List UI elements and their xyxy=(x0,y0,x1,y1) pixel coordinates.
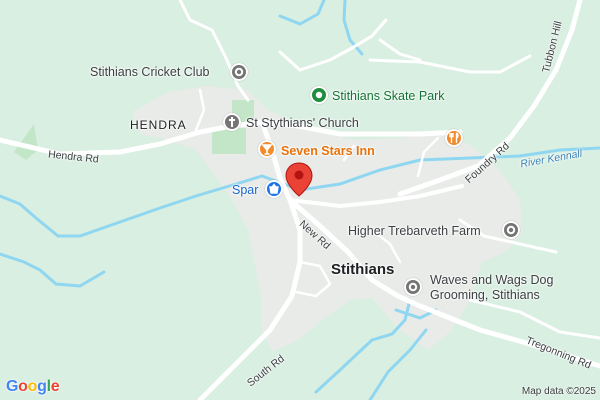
google-logo: Google xyxy=(6,378,60,395)
map-base-layer xyxy=(0,0,600,400)
town-label-stithians[interactable]: Stithians xyxy=(331,262,394,277)
poi-label-spar[interactable]: Spar xyxy=(232,183,258,197)
poi-label-groomer-line2[interactable]: Grooming, Stithians xyxy=(430,288,540,302)
poi-label-church[interactable]: St Stythians' Church xyxy=(246,116,359,130)
area-label-hendra: HENDRA xyxy=(130,118,187,132)
place-icon[interactable] xyxy=(404,278,422,296)
church-cross-icon[interactable] xyxy=(223,113,241,131)
fork-knife-icon[interactable] xyxy=(445,129,463,147)
cocktail-icon[interactable] xyxy=(258,140,276,158)
shopping-basket-icon[interactable] xyxy=(265,180,283,198)
poi-label-pub[interactable]: Seven Stars Inn xyxy=(281,144,375,158)
map-canvas[interactable]: HENDRA Stithians Hendra Rd New Rd Foundr… xyxy=(0,0,600,400)
place-icon[interactable] xyxy=(230,63,248,81)
poi-label-groomer-line1[interactable]: Waves and Wags Dog xyxy=(430,273,553,287)
red-location-pin[interactable] xyxy=(285,162,313,198)
poi-label-farm[interactable]: Higher Trebarveth Farm xyxy=(348,224,481,238)
poi-label-skate-park[interactable]: Stithians Skate Park xyxy=(332,89,445,103)
map-attribution: Map data ©2025 xyxy=(521,386,596,397)
place-icon[interactable] xyxy=(502,221,520,239)
poi-label-cricket-club[interactable]: Stithians Cricket Club xyxy=(90,65,210,79)
park-icon[interactable] xyxy=(310,86,328,104)
church-green xyxy=(212,128,246,154)
